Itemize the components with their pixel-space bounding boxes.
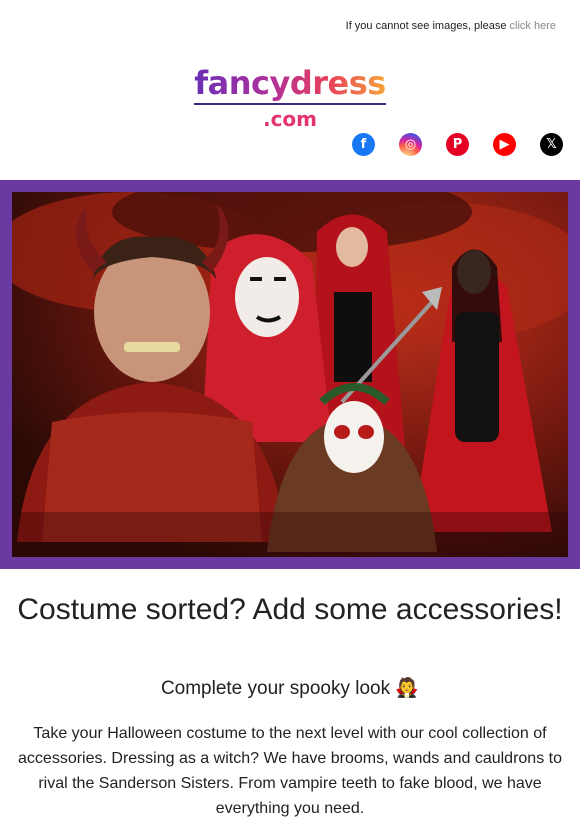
hero-banner-frame [0, 180, 580, 569]
hero-image[interactable] [12, 192, 568, 557]
top-notice: If you cannot see images, please click h… [346, 20, 556, 32]
logo-sub-text: .com [262, 107, 318, 131]
logo-main-text: fancydress [194, 66, 386, 105]
section-paragraph: Take your Halloween costume to the next … [18, 725, 562, 817]
section-heading: Costume sorted? Add some accessories! [17, 593, 563, 626]
hero-illustration [12, 192, 568, 557]
pinterest-icon[interactable]: P [446, 133, 469, 156]
x-twitter-icon[interactable]: 𝕏 [540, 133, 563, 156]
youtube-icon[interactable]: ▶ [493, 133, 516, 156]
brand-logo[interactable]: fancydress .com [0, 66, 580, 131]
social-links: f ◎ P ▶ 𝕏 [352, 133, 563, 156]
top-notice-text: If you cannot see images, please [345, 20, 507, 32]
facebook-icon[interactable]: f [352, 133, 375, 156]
section-subheading: Complete your spooky look 🧛 [160, 678, 420, 699]
click-here-link[interactable]: click here [510, 20, 556, 32]
instagram-icon[interactable]: ◎ [399, 133, 422, 156]
